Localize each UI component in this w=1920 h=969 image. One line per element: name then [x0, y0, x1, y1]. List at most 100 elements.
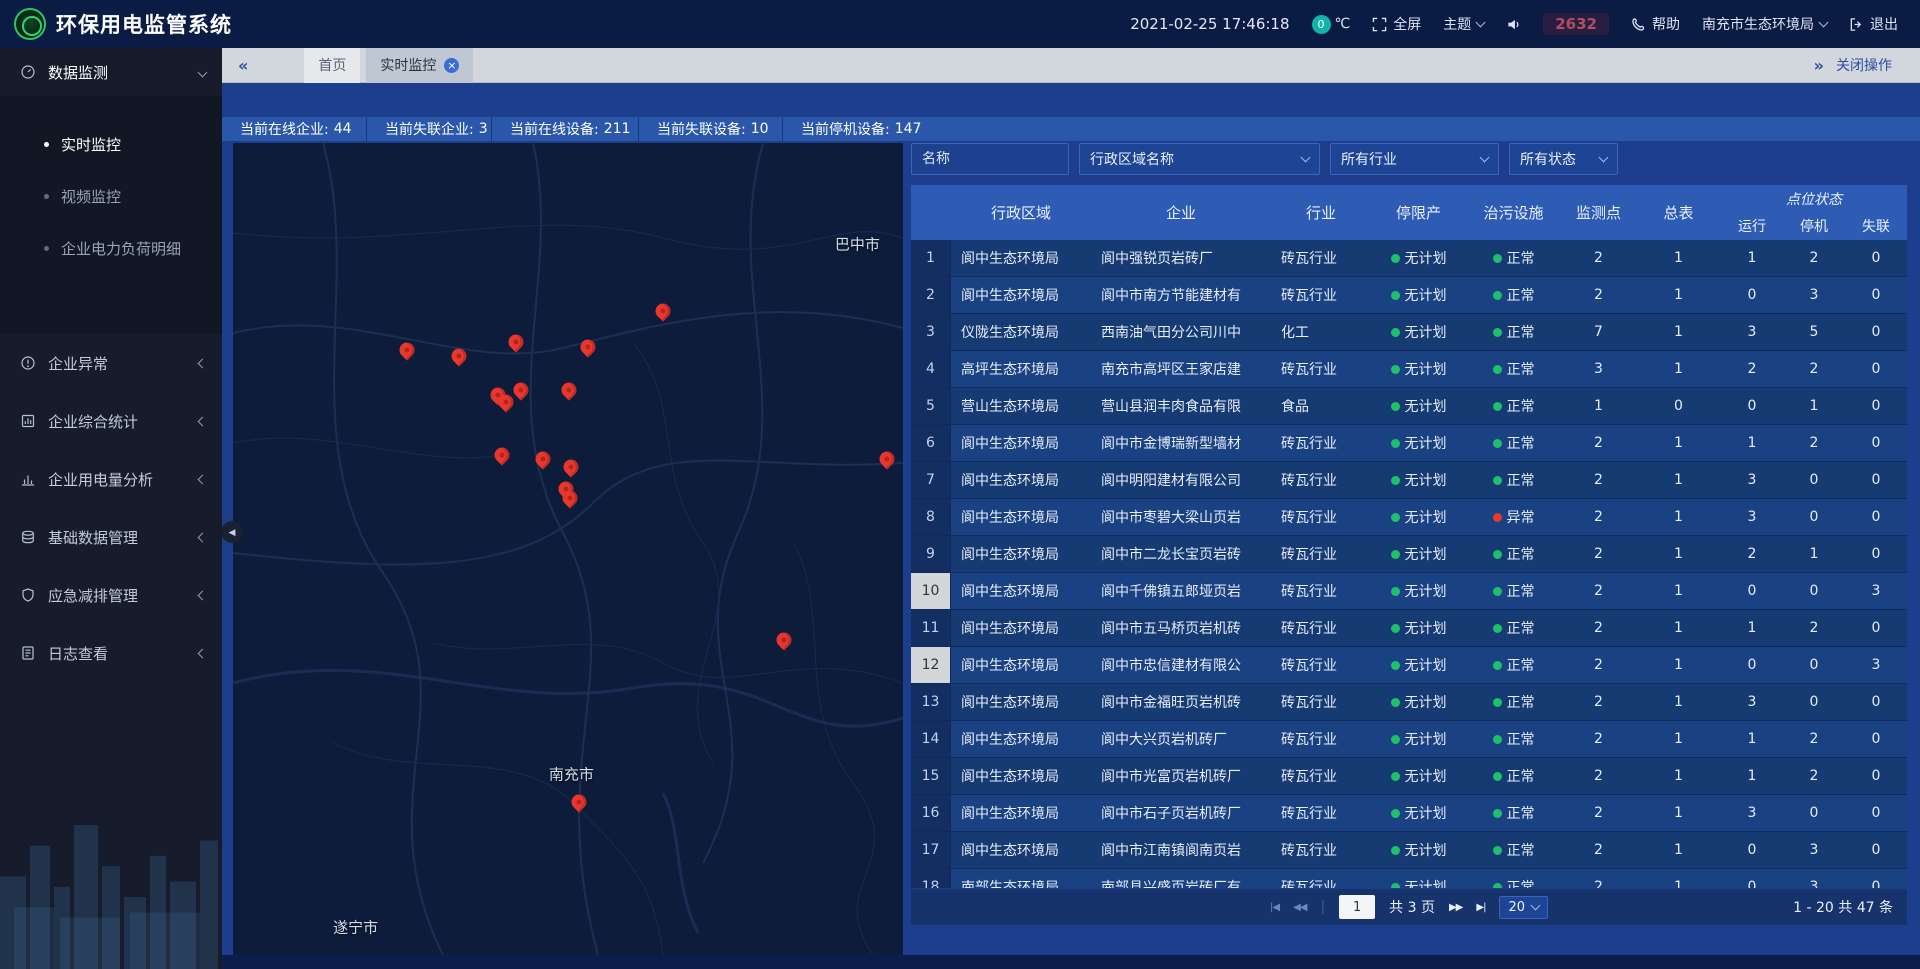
- sidebar-item-0[interactable]: 数据监测: [0, 48, 222, 96]
- tab-close-icon[interactable]: ×: [444, 58, 459, 73]
- map-pin-icon[interactable]: [577, 337, 598, 358]
- help-button[interactable]: 帮助: [1631, 14, 1680, 34]
- page-number-input[interactable]: [1339, 895, 1375, 919]
- cell-facility-status: 正常: [1466, 610, 1561, 646]
- sidebar-item-1[interactable]: 企业异常: [0, 334, 222, 392]
- page-size-select[interactable]: 20: [1499, 896, 1548, 919]
- table-row[interactable]: 13阆中生态环境局阆中市金福旺页岩机砖砖瓦行业无计划正常21300: [911, 684, 1907, 721]
- cell-company: 阆中市金福旺页岩机砖: [1091, 684, 1271, 720]
- cell-industry: 砖瓦行业: [1271, 536, 1371, 572]
- map-pin-icon[interactable]: [561, 456, 582, 477]
- table-row[interactable]: 10阆中生态环境局阆中千佛镇五郎垭页岩砖瓦行业无计划正常21003: [911, 573, 1907, 610]
- map-pin-icon[interactable]: [397, 339, 418, 360]
- cell-region: 阆中生态环境局: [951, 462, 1091, 498]
- alert-count-badge[interactable]: 2632: [1543, 13, 1609, 35]
- logout-button[interactable]: 退出: [1849, 14, 1898, 34]
- speaker-button[interactable]: [1506, 17, 1521, 32]
- org-dropdown[interactable]: 南充市生态环境局: [1702, 14, 1827, 34]
- status-dot-green-icon: [1493, 291, 1502, 300]
- sidebar-item-2[interactable]: 企业综合统计: [0, 392, 222, 450]
- table-row[interactable]: 14阆中生态环境局阆中大兴页岩机砖厂砖瓦行业无计划正常21120: [911, 721, 1907, 758]
- tabs-scroll-right-icon[interactable]: »: [1814, 56, 1824, 75]
- cell-limit-status: 无计划: [1371, 573, 1466, 609]
- pager-first-icon[interactable]: |◀: [1270, 902, 1279, 913]
- temperature-widget: 0 ℃: [1312, 15, 1351, 34]
- cell-running: 0: [1721, 647, 1783, 683]
- close-operations-button[interactable]: 关闭操作: [1836, 55, 1892, 75]
- pager-last-icon[interactable]: ▶|: [1476, 902, 1485, 913]
- cell-region: 阆中生态环境局: [951, 573, 1091, 609]
- tab-0[interactable]: 首页: [304, 48, 360, 83]
- name-filter-input[interactable]: [911, 143, 1069, 175]
- sidebar-item-6[interactable]: 日志查看: [0, 624, 222, 682]
- cell-facility-status: 正常: [1466, 536, 1561, 572]
- table-row[interactable]: 12阆中生态环境局阆中市忠信建材有限公砖瓦行业无计划正常21003: [911, 647, 1907, 684]
- status-dot-green-icon: [1493, 624, 1502, 633]
- cell-limit-status: 无计划: [1371, 536, 1466, 572]
- map-pin-icon[interactable]: [774, 630, 795, 651]
- cell-stopped: 1: [1783, 388, 1845, 424]
- table-row[interactable]: 6阆中生态环境局阆中市金博瑞新型墙材砖瓦行业无计划正常21120: [911, 425, 1907, 462]
- cell-stopped: 0: [1783, 795, 1845, 831]
- cell-offline: 0: [1845, 314, 1907, 350]
- map-panel[interactable]: 巴中市南充市遂宁市 ◀: [233, 143, 903, 955]
- cell-company: 阆中强锐页岩砖厂: [1091, 240, 1271, 276]
- status-filter-select[interactable]: 所有状态: [1509, 143, 1618, 175]
- pager-next-icon[interactable]: ▶▶: [1449, 902, 1462, 913]
- fullscreen-button[interactable]: 全屏: [1372, 14, 1421, 34]
- cell-meters: 1: [1636, 499, 1721, 535]
- table-row[interactable]: 17阆中生态环境局阆中市江南镇阆南页岩砖瓦行业无计划正常21030: [911, 832, 1907, 869]
- table-row[interactable]: 9阆中生态环境局阆中市二龙长宝页岩砖砖瓦行业无计划正常21210: [911, 536, 1907, 573]
- status-dot-red-icon: [1493, 513, 1502, 522]
- map-pin-icon[interactable]: [505, 332, 526, 353]
- cell-meters: 1: [1636, 647, 1721, 683]
- theme-dropdown[interactable]: 主题: [1443, 14, 1484, 34]
- cell-industry: 砖瓦行业: [1271, 277, 1371, 313]
- region-filter-select[interactable]: 行政区域名称: [1079, 143, 1320, 175]
- stat-label: 当前在线企业:: [240, 119, 329, 139]
- cell-stopped: 1: [1783, 536, 1845, 572]
- cell-region: 阆中生态环境局: [951, 758, 1091, 794]
- map-collapse-button[interactable]: ◀: [221, 521, 243, 543]
- status-dot-green-icon: [1391, 661, 1400, 670]
- map-pin-icon[interactable]: [510, 380, 531, 401]
- table-row[interactable]: 18南部生态环境局南部县兴盛页岩砖厂有砖瓦行业无计划正常21030: [911, 869, 1907, 888]
- table-row[interactable]: 4高坪生态环境局南充市高坪区王家店建砖瓦行业无计划正常31220: [911, 351, 1907, 388]
- org-label: 南充市生态环境局: [1702, 14, 1814, 34]
- header-stopped: 停机: [1783, 212, 1845, 240]
- table-row[interactable]: 15阆中生态环境局阆中市光富页岩机砖厂砖瓦行业无计划正常21120: [911, 758, 1907, 795]
- sidebar-subitem-2[interactable]: 企业电力负荷明细: [0, 222, 222, 274]
- sidebar-item-4[interactable]: 基础数据管理: [0, 508, 222, 566]
- table-row[interactable]: 5营山生态环境局营山县润丰肉食品有限食品无计划正常10010: [911, 388, 1907, 425]
- tabs-scroll-left-icon[interactable]: «: [238, 56, 248, 75]
- map-pin-icon[interactable]: [492, 445, 513, 466]
- pager-prev-icon[interactable]: ◀◀: [1293, 902, 1306, 913]
- table-row[interactable]: 8阆中生态环境局阆中市枣碧大梁山页岩砖瓦行业无计划异常21300: [911, 499, 1907, 536]
- industry-filter-select[interactable]: 所有行业: [1330, 143, 1499, 175]
- sidebar-item-3[interactable]: 企业用电量分析: [0, 450, 222, 508]
- cell-running: 3: [1721, 314, 1783, 350]
- map-pin-icon[interactable]: [569, 791, 590, 812]
- sidebar-subitem-1[interactable]: 视频监控: [0, 170, 222, 222]
- sidebar-subitem-0[interactable]: 实时监控: [0, 118, 222, 170]
- map-pin-icon[interactable]: [558, 380, 579, 401]
- map-pin-icon[interactable]: [533, 449, 554, 470]
- cell-stopped: 2: [1783, 721, 1845, 757]
- table-row[interactable]: 3仪陇生态环境局西南油气田分公司川中化工无计划正常71350: [911, 314, 1907, 351]
- tab-1[interactable]: 实时监控×: [366, 48, 473, 83]
- map-pin-icon[interactable]: [876, 449, 897, 470]
- sidebar-item-5[interactable]: 应急减排管理: [0, 566, 222, 624]
- table-row[interactable]: 7阆中生态环境局阆中明阳建材有限公司砖瓦行业无计划正常21300: [911, 462, 1907, 499]
- map-pin-icon[interactable]: [449, 346, 470, 367]
- cell-offline: 0: [1845, 721, 1907, 757]
- table-row[interactable]: 11阆中生态环境局阆中市五马桥页岩机砖砖瓦行业无计划正常21120: [911, 610, 1907, 647]
- table-row[interactable]: 2阆中生态环境局阆中市南方节能建材有砖瓦行业无计划正常21030: [911, 277, 1907, 314]
- table-row[interactable]: 16阆中生态环境局阆中市石子页岩机砖厂砖瓦行业无计划正常21300: [911, 795, 1907, 832]
- header-running: 运行: [1721, 212, 1783, 240]
- table-row[interactable]: 1阆中生态环境局阆中强锐页岩砖厂砖瓦行业无计划正常21120: [911, 240, 1907, 277]
- status-dot-green-icon: [1493, 772, 1502, 781]
- status-dot-green-icon: [1493, 846, 1502, 855]
- stat-label: 当前失联企业:: [385, 119, 474, 139]
- map-pin-icon[interactable]: [653, 300, 674, 321]
- cell-limit-status: 无计划: [1371, 832, 1466, 868]
